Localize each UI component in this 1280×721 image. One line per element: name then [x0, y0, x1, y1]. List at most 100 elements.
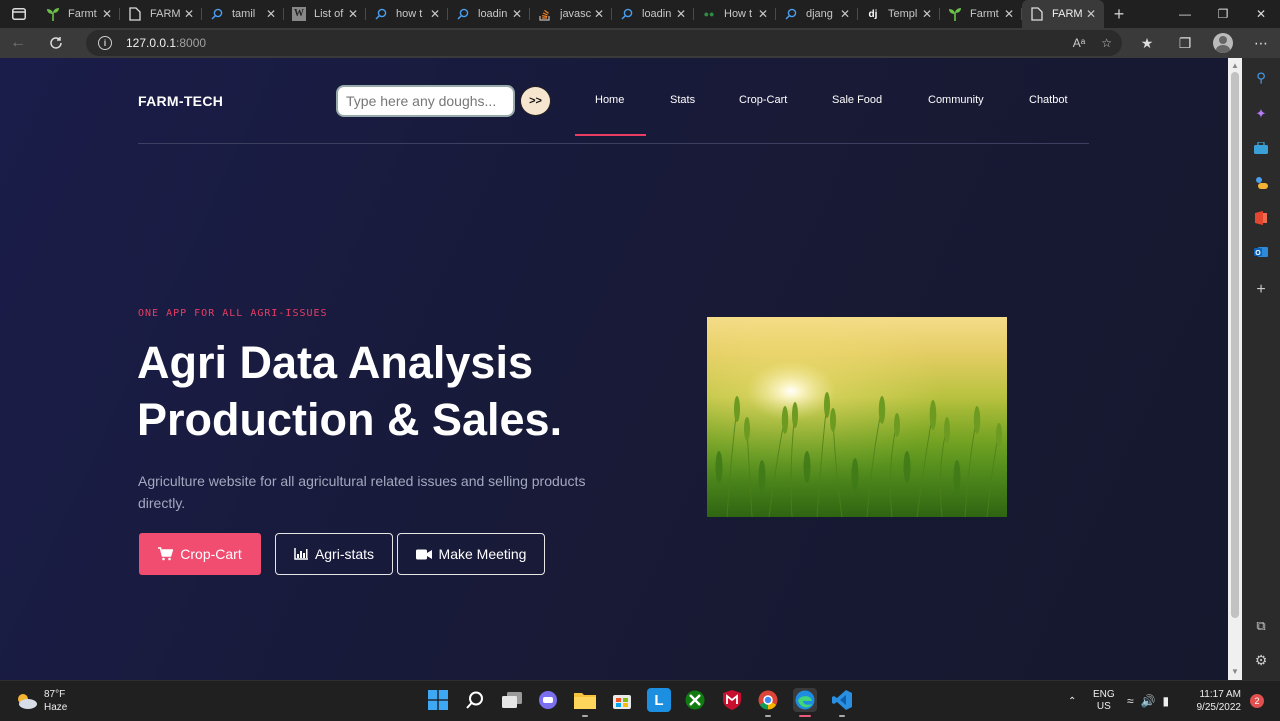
- tab-title: loadin: [642, 8, 672, 20]
- page-viewport: FARM-TECH >> Home Stats Crop-Cart Sale F…: [0, 58, 1228, 680]
- search-icon: [210, 7, 224, 21]
- tab-actions-button[interactable]: [0, 0, 38, 28]
- add-favorite-icon[interactable]: ☆: [1101, 36, 1112, 50]
- office-icon[interactable]: [1251, 208, 1271, 228]
- quick-settings-button[interactable]: ≈ 🔊 ▮: [1127, 681, 1169, 721]
- nav-home[interactable]: Home: [595, 94, 624, 106]
- vscode-button[interactable]: [830, 688, 854, 717]
- close-tab-icon[interactable]: ✕: [1002, 7, 1016, 21]
- hero-eyebrow: ONE APP FOR ALL AGRI-ISSUES: [138, 308, 328, 319]
- browser-tab[interactable]: loadin ✕: [612, 0, 694, 28]
- clock[interactable]: 11:17 AM 9/25/2022: [1180, 681, 1242, 721]
- nav-community[interactable]: Community: [928, 94, 984, 106]
- search-submit-button[interactable]: >>: [520, 86, 551, 116]
- browser-tab[interactable]: dj Templ ✕: [858, 0, 940, 28]
- scroll-down-arrow[interactable]: ▼: [1231, 668, 1239, 676]
- close-tab-icon[interactable]: ✕: [100, 7, 114, 21]
- taskbar-search-button[interactable]: [463, 688, 487, 712]
- close-tab-icon[interactable]: ✕: [674, 7, 688, 21]
- favorites-icon[interactable]: ★: [1128, 28, 1166, 58]
- settings-menu-icon[interactable]: ⋯: [1242, 28, 1280, 58]
- weather-description: Haze: [44, 702, 68, 713]
- browser-tab[interactable]: tamil ✕: [202, 0, 284, 28]
- browser-tab[interactable]: javasc ✕: [530, 0, 612, 28]
- browser-tab[interactable]: FARM ✕: [120, 0, 202, 28]
- read-aloud-icon[interactable]: Aᵃ: [1073, 36, 1085, 50]
- browser-tab[interactable]: djang ✕: [776, 0, 858, 28]
- keyboard-layout: US: [1096, 701, 1111, 712]
- nav-sale-food[interactable]: Sale Food: [832, 94, 882, 106]
- collections-icon[interactable]: ❐: [1166, 28, 1204, 58]
- microsoft-store-button[interactable]: [610, 688, 634, 712]
- xbox-button[interactable]: [683, 688, 707, 712]
- close-tab-icon[interactable]: ✕: [510, 7, 524, 21]
- nav-stats[interactable]: Stats: [670, 94, 695, 106]
- make-meeting-button[interactable]: Make Meeting: [397, 533, 545, 575]
- task-view-button[interactable]: [500, 688, 524, 712]
- hero-description: Agriculture website for all agricultural…: [138, 473, 586, 511]
- tab-title: Farmt: [68, 8, 97, 20]
- edge-button[interactable]: [793, 688, 817, 717]
- close-tab-icon[interactable]: ✕: [346, 7, 360, 21]
- add-sidebar-app-icon[interactable]: +: [1251, 280, 1271, 300]
- profile-button[interactable]: [1204, 28, 1242, 58]
- scroll-thumb[interactable]: [1231, 72, 1239, 618]
- back-button[interactable]: ←: [0, 28, 36, 58]
- close-tab-icon[interactable]: ✕: [264, 7, 278, 21]
- close-tab-icon[interactable]: ✕: [756, 7, 770, 21]
- teams-chat-button[interactable]: [536, 688, 560, 712]
- outlook-icon[interactable]: O: [1251, 242, 1271, 262]
- scroll-up-arrow[interactable]: ▲: [1231, 62, 1239, 70]
- site-info-icon[interactable]: i: [98, 36, 112, 50]
- close-tab-icon[interactable]: ✕: [920, 7, 934, 21]
- page-scrollbar[interactable]: ▲ ▼: [1228, 58, 1242, 680]
- browser-tab[interactable]: FARM ✕: [1022, 0, 1104, 28]
- refresh-button[interactable]: [38, 28, 74, 58]
- tab-title: FARM: [150, 8, 181, 20]
- nav-chatbot[interactable]: Chatbot: [1029, 94, 1068, 106]
- close-tab-icon[interactable]: ✕: [592, 7, 606, 21]
- sidebar-settings-icon[interactable]: ⚙: [1251, 650, 1271, 670]
- new-tab-button[interactable]: +: [1104, 4, 1134, 25]
- agri-stats-button[interactable]: Agri-stats: [275, 533, 393, 575]
- agri-stats-button-label: Agri-stats: [314, 546, 375, 562]
- hero-title: Agri Data Analysis Production & Sales.: [137, 334, 562, 448]
- close-tab-icon[interactable]: ✕: [1084, 7, 1098, 21]
- weather-widget[interactable]: 87°F Haze: [14, 688, 67, 714]
- close-tab-icon[interactable]: ✕: [428, 7, 442, 21]
- browser-tab[interactable]: loadin ✕: [448, 0, 530, 28]
- input-language-indicator[interactable]: ENG US: [1093, 681, 1115, 721]
- search-icon: [374, 7, 388, 21]
- mcafee-button[interactable]: [720, 688, 744, 712]
- crop-cart-button[interactable]: Crop-Cart: [139, 533, 261, 575]
- start-button[interactable]: [426, 688, 450, 712]
- nav-active-indicator: [575, 134, 646, 136]
- notification-badge[interactable]: 2: [1250, 694, 1264, 708]
- search-icon[interactable]: ⚲: [1251, 68, 1271, 88]
- address-bar[interactable]: i 127.0.0.1:8000 Aᵃ ☆: [86, 30, 1122, 56]
- launcher-l-app-button[interactable]: L: [647, 688, 671, 712]
- show-hidden-icons-button[interactable]: ⌃: [1068, 681, 1076, 721]
- search-input[interactable]: [336, 85, 515, 117]
- nav-crop-cart[interactable]: Crop-Cart: [739, 94, 787, 106]
- browser-tab[interactable]: how t ✕: [366, 0, 448, 28]
- browser-tab[interactable]: W List of ✕: [284, 0, 366, 28]
- minimize-button[interactable]: —: [1166, 0, 1204, 28]
- close-window-button[interactable]: ✕: [1242, 0, 1280, 28]
- close-tab-icon[interactable]: ✕: [182, 7, 196, 21]
- games-icon[interactable]: [1251, 173, 1271, 193]
- hide-sidebar-icon[interactable]: ⧉: [1251, 616, 1271, 636]
- tab-title: loadin: [478, 8, 508, 20]
- browser-tab[interactable]: Farmt ✕: [940, 0, 1022, 28]
- restore-button[interactable]: ❐: [1204, 0, 1242, 28]
- chrome-button[interactable]: [756, 688, 780, 717]
- tools-icon[interactable]: [1251, 138, 1271, 158]
- site-brand[interactable]: FARM-TECH: [138, 93, 223, 109]
- file-explorer-button[interactable]: [573, 688, 597, 717]
- discover-icon[interactable]: ✦: [1251, 104, 1271, 124]
- browser-tab[interactable]: ●● How t ✕: [694, 0, 776, 28]
- task-view-icon: [502, 692, 522, 708]
- browser-tab[interactable]: Farmt ✕: [38, 0, 120, 28]
- close-tab-icon[interactable]: ✕: [838, 7, 852, 21]
- tab-actions-icon: [12, 8, 26, 20]
